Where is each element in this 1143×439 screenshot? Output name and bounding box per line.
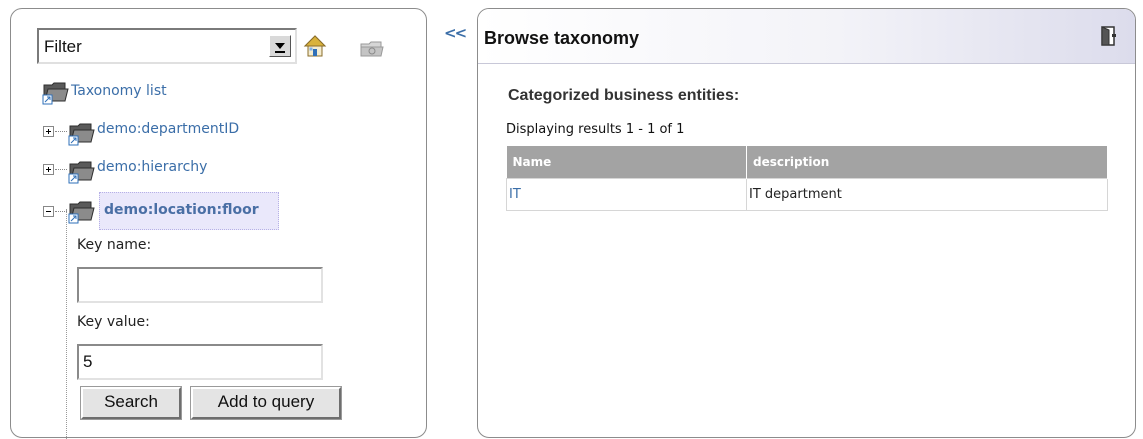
column-header-name[interactable]: Name [506, 146, 747, 178]
key-name-input[interactable] [77, 267, 323, 303]
expand-icon[interactable] [43, 164, 54, 175]
key-value-label: Key value: [77, 314, 150, 330]
results-info: Displaying results 1 - 1 of 1 [506, 122, 685, 137]
taxonomy-panel: Filter Taxonomy list demo:departmentID d… [10, 8, 427, 439]
column-header-description[interactable]: description [746, 146, 1108, 178]
key-name-label: Key name: [77, 237, 152, 253]
results-table: Name description IT IT department [506, 146, 1108, 211]
expand-icon[interactable] [43, 126, 54, 137]
table-header-row: Name description [506, 146, 1108, 178]
folder-icon [68, 201, 95, 224]
selected-node-label[interactable]: demo:location:floor [104, 202, 259, 218]
table-cell-name: IT [506, 177, 747, 211]
tree-guide-line [66, 209, 67, 439]
tree-item-label[interactable]: demo:departmentID [97, 121, 239, 137]
filter-select[interactable]: Filter [37, 28, 297, 64]
folder-icon [68, 161, 95, 184]
panel-header: Browse taxonomy [478, 9, 1135, 64]
folder-icon [68, 123, 95, 146]
panel-title: Browse taxonomy [484, 28, 640, 48]
filter-select-value: Filter [44, 37, 82, 56]
tree-root-label[interactable]: Taxonomy list [71, 83, 167, 99]
tree-item-label[interactable]: demo:hierarchy [97, 159, 207, 175]
folder-icon [42, 82, 69, 105]
chevron-down-icon[interactable] [269, 35, 291, 57]
browse-panel: Browse taxonomy Categorized business ent… [477, 8, 1136, 438]
table-cell-description: IT department [746, 177, 1108, 211]
key-value-input[interactable]: 5 [77, 344, 323, 380]
disabled-folder-icon [360, 41, 384, 57]
exit-icon[interactable] [1101, 26, 1117, 46]
section-title: Categorized business entities: [508, 87, 740, 104]
selected-node[interactable]: demo:location:floor [99, 192, 279, 230]
table-row: IT IT department [506, 177, 1108, 211]
header-divider [478, 63, 1135, 64]
collapse-panel-toggle[interactable]: << [444, 24, 467, 42]
collapse-icon[interactable] [43, 206, 54, 217]
add-to-query-button[interactable]: Add to query [190, 386, 342, 420]
entity-link[interactable]: IT [509, 187, 521, 202]
search-button[interactable]: Search [80, 386, 182, 420]
home-icon[interactable] [303, 34, 327, 58]
